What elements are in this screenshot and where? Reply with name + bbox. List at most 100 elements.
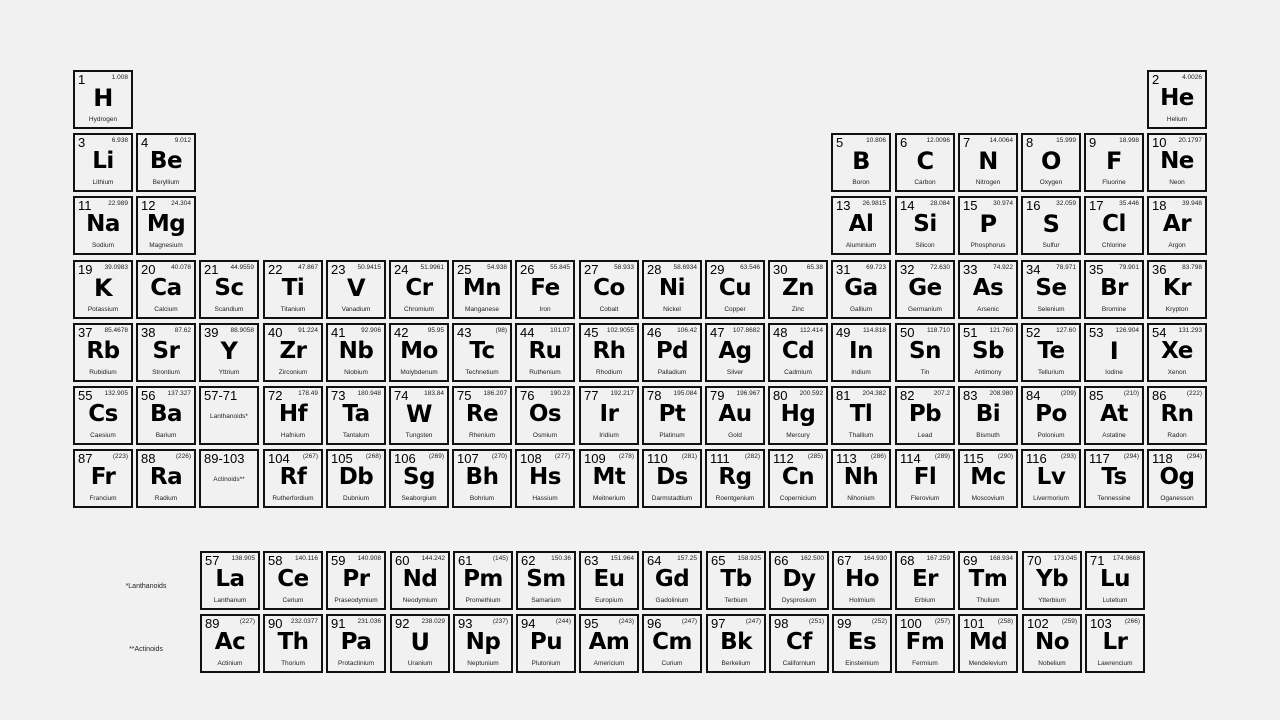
element-cell-sn[interactable]: 50 118.710 Sn Tin	[895, 323, 955, 382]
element-cell-ts[interactable]: 117 (294) Ts Tennessine	[1084, 449, 1144, 508]
element-cell-fe[interactable]: 26 55.845 Fe Iron	[515, 260, 575, 319]
element-cell-s[interactable]: 16 32.059 S Sulfur	[1021, 196, 1081, 255]
element-cell-nd[interactable]: 60 144.242 Nd Neodymium	[390, 551, 450, 610]
element-cell-pa[interactable]: 91 231.036 Pa Protactinium	[326, 614, 386, 673]
element-cell-fl[interactable]: 114 (289) Fl Flerovium	[895, 449, 955, 508]
element-cell-rg[interactable]: 111 (282) Rg Roentgenium	[705, 449, 765, 508]
element-cell-sm[interactable]: 62 150.36 Sm Samarium	[516, 551, 576, 610]
element-cell-rn[interactable]: 86 (222) Rn Radon	[1147, 386, 1207, 445]
element-cell-la[interactable]: 57 138.905 La Lanthanum	[200, 551, 260, 610]
element-cell-ir[interactable]: 77 192.217 Ir Iridium	[579, 386, 639, 445]
element-cell-nb[interactable]: 41 92.906 Nb Niobium	[326, 323, 386, 382]
element-cell-dy[interactable]: 66 162.500 Dy Dysprosium	[769, 551, 829, 610]
element-cell-gd[interactable]: 64 157.25 Gd Gadolinium	[642, 551, 702, 610]
element-cell-fm[interactable]: 100 (257) Fm Fermium	[895, 614, 955, 673]
element-cell-hf[interactable]: 72 178.49 Hf Hafnium	[263, 386, 323, 445]
element-cell-re[interactable]: 75 186.207 Re Rhenium	[452, 386, 512, 445]
element-cell-at[interactable]: 85 (210) At Astatine	[1084, 386, 1144, 445]
element-cell-tl[interactable]: 81 204.382 Tl Thallium	[831, 386, 891, 445]
element-cell-sr[interactable]: 38 87.62 Sr Strontium	[136, 323, 196, 382]
element-cell-fr[interactable]: 87 (223) Fr Francium	[73, 449, 133, 508]
element-cell-np[interactable]: 93 (237) Np Neptunium	[453, 614, 513, 673]
element-cell-ra[interactable]: 88 (226) Ra Radium	[136, 449, 196, 508]
element-cell-v[interactable]: 23 50.9415 V Vanadium	[326, 260, 386, 319]
element-cell-po[interactable]: 84 (209) Po Polonium	[1021, 386, 1081, 445]
element-cell-zr[interactable]: 40 91.224 Zr Zirconium	[263, 323, 323, 382]
element-cell-pr[interactable]: 59 140.908 Pr Praseodymium	[326, 551, 386, 610]
element-cell-f[interactable]: 9 18.998 F Fluorine	[1084, 133, 1144, 192]
element-cell-no[interactable]: 102 (259) No Nobelium	[1022, 614, 1082, 673]
element-cell-w[interactable]: 74 183.84 W Tungsten	[389, 386, 449, 445]
series-placeholder-cell[interactable]: 57-71 Lanthanoids*	[199, 386, 259, 445]
element-cell-u[interactable]: 92 238.029 U Uranium	[390, 614, 450, 673]
element-cell-ru[interactable]: 44 101.07 Ru Ruthenium	[515, 323, 575, 382]
element-cell-am[interactable]: 95 (243) Am Americium	[579, 614, 639, 673]
element-cell-tc[interactable]: 43 (98) Tc Technetium	[452, 323, 512, 382]
element-cell-be[interactable]: 4 9.012 Be Beryllium	[136, 133, 196, 192]
element-cell-pm[interactable]: 61 (145) Pm Promethium	[453, 551, 513, 610]
element-cell-lr[interactable]: 103 (266) Lr Lawrencium	[1085, 614, 1145, 673]
element-cell-pu[interactable]: 94 (244) Pu Plutonium	[516, 614, 576, 673]
element-cell-ge[interactable]: 32 72.630 Ge Germanium	[895, 260, 955, 319]
element-cell-ar[interactable]: 18 39.948 Ar Argon	[1147, 196, 1207, 255]
element-cell-k[interactable]: 19 39.0983 K Potassium	[73, 260, 133, 319]
element-cell-tm[interactable]: 69 168.934 Tm Thulium	[958, 551, 1018, 610]
element-cell-al[interactable]: 13 26.9815 Al Aluminium	[831, 196, 891, 255]
element-cell-ho[interactable]: 67 164.930 Ho Holmium	[832, 551, 892, 610]
element-cell-co[interactable]: 27 58.933 Co Cobalt	[579, 260, 639, 319]
element-cell-ne[interactable]: 10 20.1797 Ne Neon	[1147, 133, 1207, 192]
element-cell-og[interactable]: 118 (294) Og Oganesson	[1147, 449, 1207, 508]
element-cell-nh[interactable]: 113 (286) Nh Nihonium	[831, 449, 891, 508]
element-cell-p[interactable]: 15 30.974 P Phosphorus	[958, 196, 1018, 255]
element-cell-lv[interactable]: 116 (293) Lv Livermorium	[1021, 449, 1081, 508]
element-cell-br[interactable]: 35 79.901 Br Bromine	[1084, 260, 1144, 319]
element-cell-cn[interactable]: 112 (285) Cn Copernicium	[768, 449, 828, 508]
element-cell-cm[interactable]: 96 (247) Cm Curium	[642, 614, 702, 673]
element-cell-ca[interactable]: 20 40.078 Ca Calcium	[136, 260, 196, 319]
element-cell-mt[interactable]: 109 (278) Mt Meitnerium	[579, 449, 639, 508]
element-cell-es[interactable]: 99 (252) Es Einsteinium	[832, 614, 892, 673]
element-cell-ac[interactable]: 89 (227) Ac Actinium	[200, 614, 260, 673]
element-cell-as[interactable]: 33 74.922 As Arsenic	[958, 260, 1018, 319]
element-cell-sg[interactable]: 106 (269) Sg Seaborgium	[389, 449, 449, 508]
element-cell-si[interactable]: 14 28.084 Si Silicon	[895, 196, 955, 255]
element-cell-ag[interactable]: 47 107.8682 Ag Silver	[705, 323, 765, 382]
element-cell-rf[interactable]: 104 (267) Rf Rutherfordium	[263, 449, 323, 508]
element-cell-se[interactable]: 34 78.971 Se Selenium	[1021, 260, 1081, 319]
element-cell-tb[interactable]: 65 158.925 Tb Terbium	[706, 551, 766, 610]
element-cell-ga[interactable]: 31 69.723 Ga Gallium	[831, 260, 891, 319]
element-cell-kr[interactable]: 36 83.798 Kr Krypton	[1147, 260, 1207, 319]
element-cell-eu[interactable]: 63 151.964 Eu Europium	[579, 551, 639, 610]
element-cell-ta[interactable]: 73 180.948 Ta Tantalum	[326, 386, 386, 445]
element-cell-xe[interactable]: 54 131.293 Xe Xenon	[1147, 323, 1207, 382]
element-cell-li[interactable]: 3 6.938 Li Lithium	[73, 133, 133, 192]
element-cell-cd[interactable]: 48 112.414 Cd Cadmium	[768, 323, 828, 382]
element-cell-o[interactable]: 8 15.999 O Oxygen	[1021, 133, 1081, 192]
element-cell-bi[interactable]: 83 208.980 Bi Bismuth	[958, 386, 1018, 445]
element-cell-mn[interactable]: 25 54.938 Mn Manganese	[452, 260, 512, 319]
element-cell-he[interactable]: 2 4.0026 He Helium	[1147, 70, 1207, 129]
element-cell-pd[interactable]: 46 106.42 Pd Palladium	[642, 323, 702, 382]
element-cell-db[interactable]: 105 (268) Db Dubnium	[326, 449, 386, 508]
element-cell-pb[interactable]: 82 207.2 Pb Lead	[895, 386, 955, 445]
element-cell-yb[interactable]: 70 173.045 Yb Ytterbium	[1022, 551, 1082, 610]
element-cell-ba[interactable]: 56 137.327 Ba Barium	[136, 386, 196, 445]
element-cell-hs[interactable]: 108 (277) Hs Hassium	[515, 449, 575, 508]
element-cell-zn[interactable]: 30 65.38 Zn Zinc	[768, 260, 828, 319]
element-cell-cs[interactable]: 55 132.905 Cs Caesium	[73, 386, 133, 445]
element-cell-mc[interactable]: 115 (290) Mc Moscovium	[958, 449, 1018, 508]
element-cell-hg[interactable]: 80 200.592 Hg Mercury	[768, 386, 828, 445]
element-cell-te[interactable]: 52 127.60 Te Tellurium	[1021, 323, 1081, 382]
element-cell-c[interactable]: 6 12.0096 C Carbon	[895, 133, 955, 192]
element-cell-y[interactable]: 39 88.9058 Y Yttrium	[199, 323, 259, 382]
element-cell-in[interactable]: 49 114.818 In Indium	[831, 323, 891, 382]
element-cell-ti[interactable]: 22 47.867 Ti Titanium	[263, 260, 323, 319]
element-cell-mg[interactable]: 12 24.304 Mg Magnesium	[136, 196, 196, 255]
element-cell-cu[interactable]: 29 63.546 Cu Copper	[705, 260, 765, 319]
element-cell-au[interactable]: 79 196.967 Au Gold	[705, 386, 765, 445]
element-cell-ds[interactable]: 110 (281) Ds Darmstadtium	[642, 449, 702, 508]
element-cell-th[interactable]: 90 232.0377 Th Thorium	[263, 614, 323, 673]
element-cell-os[interactable]: 76 190.23 Os Osmium	[515, 386, 575, 445]
element-cell-er[interactable]: 68 167.259 Er Erbium	[895, 551, 955, 610]
element-cell-ce[interactable]: 58 140.116 Ce Cerium	[263, 551, 323, 610]
